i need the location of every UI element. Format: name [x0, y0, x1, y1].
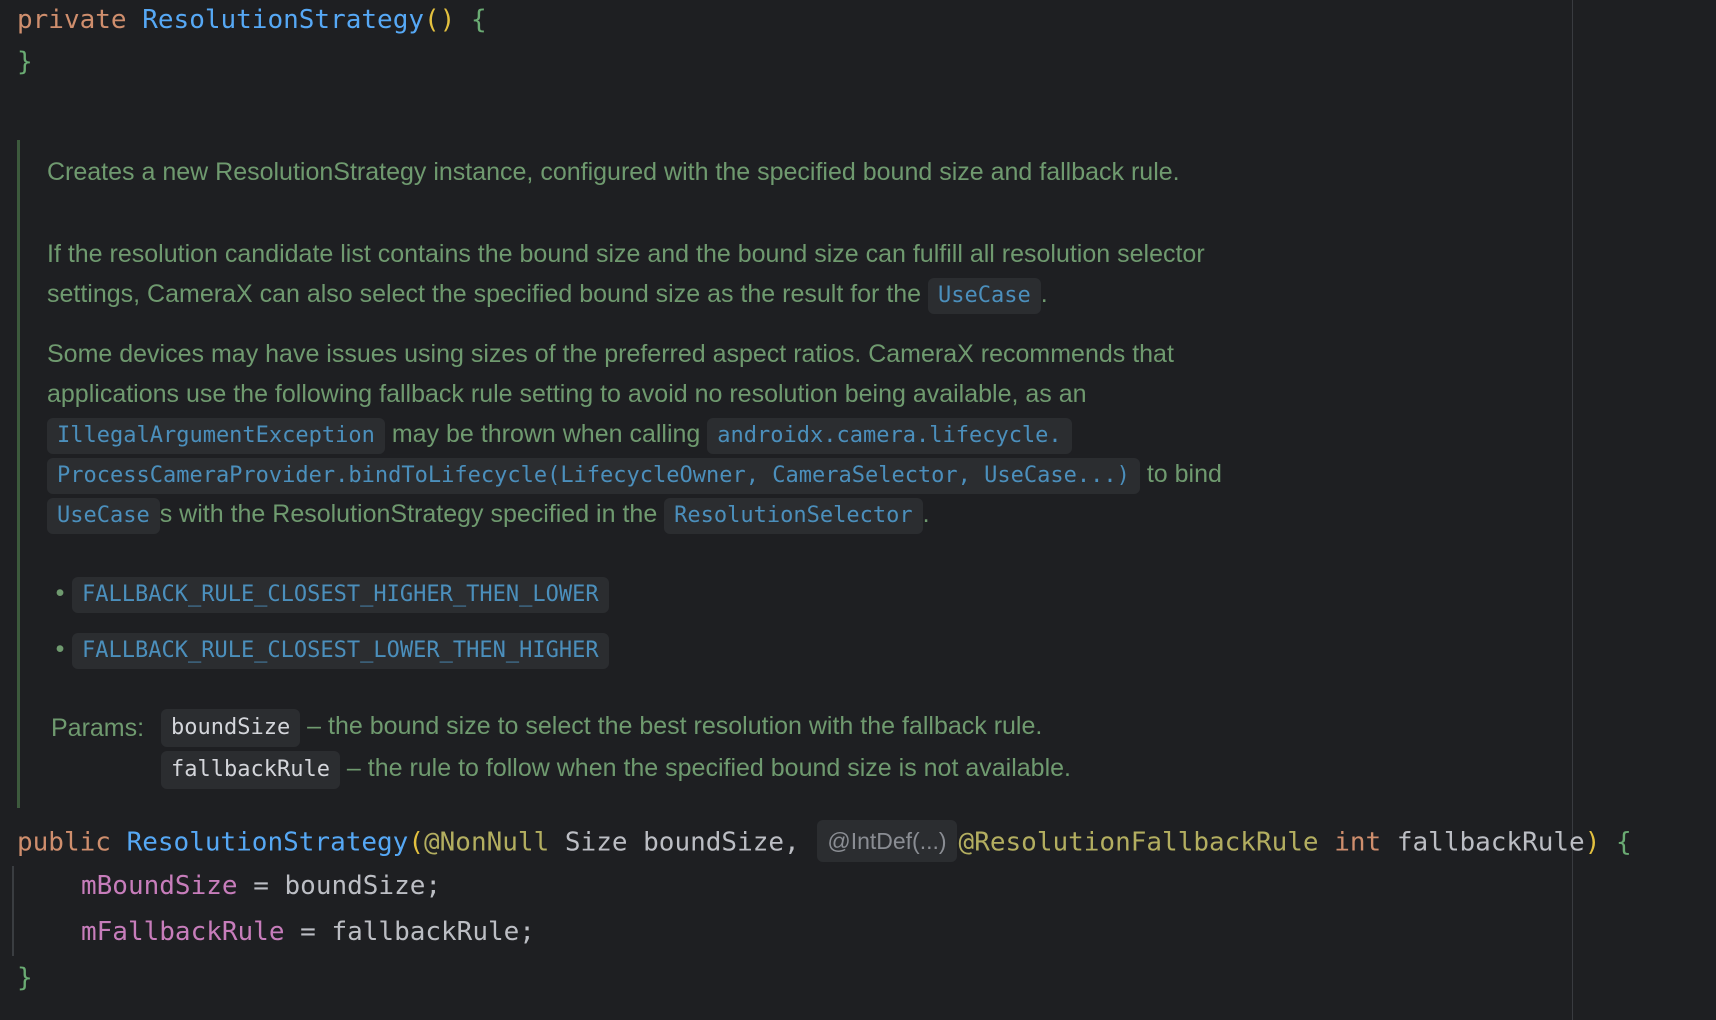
doc-paragraph-1: Creates a new ResolutionStrategy instanc… — [47, 158, 1180, 186]
code-line-close-brace[interactable]: } — [17, 44, 33, 80]
param-row: fallbackRule – the rule to follow when t… — [161, 748, 1071, 789]
doc-p3-text-e: . — [922, 500, 930, 528]
doc-paragraph-2: If the resolution candidate list contain… — [47, 234, 1287, 314]
code-line-assign-fallback-rule[interactable]: mFallbackRule = fallbackRule; — [81, 914, 535, 950]
doc-p3-text-a: Some devices may have issues using sizes… — [47, 340, 1174, 408]
brace-open: { — [1616, 827, 1632, 858]
code-line-private-constructor[interactable]: private ResolutionStrategy() { — [17, 2, 487, 38]
paren-close: ) — [1584, 827, 1601, 858]
indent-guide — [12, 866, 14, 956]
link-bind-to-lifecycle[interactable]: ProcessCameraProvider.bindToLifecycle(Li… — [47, 458, 1140, 494]
link-fallback-lower-then-higher[interactable]: FALLBACK_RULE_CLOSEST_LOWER_THEN_HIGHER — [72, 633, 609, 669]
brace-open: { — [470, 5, 487, 35]
editor-page: private ResolutionStrategy() { } Creates… — [0, 0, 1716, 1020]
assignment: = fallbackRule; — [284, 917, 535, 947]
link-usecase[interactable]: UseCase — [928, 278, 1041, 314]
annotation-resolution-fallback-rule[interactable]: @ResolutionFallbackRule — [959, 828, 1319, 858]
keyword-public: public — [17, 827, 111, 858]
param-name-fallback-rule[interactable]: fallbackRule — [161, 751, 340, 789]
code-line-public-constructor[interactable]: public ResolutionStrategy(@NonNull Size … — [17, 820, 1632, 864]
doc-p2-end: . — [1040, 280, 1048, 308]
inlay-hint-intdef[interactable]: @IntDef(...) — [817, 820, 957, 862]
param-desc: – the rule to follow when the specified … — [346, 754, 1071, 782]
keyword-int: int — [1334, 827, 1382, 858]
param-row: boundSize – the bound size to select the… — [161, 706, 1042, 747]
doc-p3-text-c: to bind — [1146, 460, 1222, 488]
bullet-dot: • — [55, 635, 65, 663]
param-desc: – the bound size to select the best reso… — [307, 712, 1043, 740]
brace-close: } — [17, 963, 33, 993]
constructor-name[interactable]: ResolutionStrategy — [142, 5, 424, 35]
annotation-nonnull[interactable]: @NonNull — [424, 828, 549, 858]
assignment: = boundSize; — [237, 871, 442, 901]
link-androidx-camera-lifecycle[interactable]: androidx.camera.lifecycle. — [707, 418, 1072, 454]
link-fallback-higher-then-lower[interactable]: FALLBACK_RULE_CLOSEST_HIGHER_THEN_LOWER — [72, 577, 609, 613]
paren-open: ( — [408, 827, 424, 858]
brace-close: } — [17, 47, 33, 77]
doc-p3-text-b: may be thrown when calling — [391, 420, 701, 448]
doc-bullet-item: • FALLBACK_RULE_CLOSEST_LOWER_THEN_HIGHER — [48, 629, 609, 669]
doc-p3-text-d: s with the ResolutionStrategy specified … — [159, 500, 658, 528]
constructor-name[interactable]: ResolutionStrategy — [127, 828, 409, 858]
code-line-final-brace[interactable]: } — [17, 960, 33, 996]
field-m-fallback-rule[interactable]: mFallbackRule — [81, 917, 285, 947]
param-bound-size: Size boundSize, — [549, 827, 816, 858]
code-line-assign-bound-size[interactable]: mBoundSize = boundSize; — [81, 868, 441, 904]
right-margin-guide — [1572, 0, 1573, 1020]
keyword-private: private — [17, 5, 127, 35]
link-resolution-selector[interactable]: ResolutionSelector — [664, 498, 923, 534]
param-fallback-rule: fallbackRule — [1381, 827, 1585, 858]
param-name-bound-size[interactable]: boundSize — [161, 709, 301, 747]
doc-paragraph-3: Some devices may have issues using sizes… — [47, 334, 1287, 534]
params-label: Params: — [51, 714, 145, 742]
link-usecase-2[interactable]: UseCase — [47, 498, 160, 534]
link-illegal-argument-exception[interactable]: IllegalArgumentException — [47, 418, 385, 454]
field-m-bound-size[interactable]: mBoundSize — [81, 871, 238, 901]
bullet-dot: • — [55, 579, 65, 607]
doc-bullet-item: • FALLBACK_RULE_CLOSEST_HIGHER_THEN_LOWER — [48, 573, 609, 613]
parens: () — [424, 5, 456, 35]
javadoc-block[interactable]: Creates a new ResolutionStrategy instanc… — [17, 140, 1280, 808]
